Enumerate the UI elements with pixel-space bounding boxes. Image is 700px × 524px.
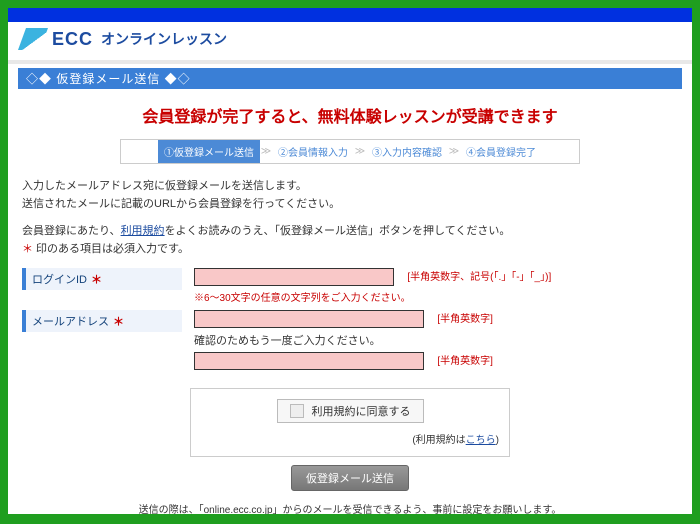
mail2-hint: [半角英数字] xyxy=(437,356,493,367)
footer-note: 送信の際は、「online.ecc.co.jp」からのメールを受信できるよう、事… xyxy=(18,497,682,514)
submit-button[interactable]: 仮登録メール送信 xyxy=(291,465,409,491)
label-mail: メールアドレス ＊ xyxy=(22,310,182,332)
intro-line1: 入力したメールアドレス宛に仮登録メールを送信します。 xyxy=(22,178,678,196)
mail-confirm-input[interactable] xyxy=(194,352,424,370)
page-headline: 会員登録が完了すると、無料体験レッスンが受講できます xyxy=(18,89,682,139)
step-2: ②会員情報入力 xyxy=(272,140,354,163)
required-mark: ＊ xyxy=(22,243,33,255)
agree-box: 利用規約に同意する (利用規約はこちら) xyxy=(190,388,510,457)
step-3: ③入力内容確認 xyxy=(366,140,448,163)
row-mail: メールアドレス ＊ [半角英数字] 確認のためもう一度ご入力ください。 [半角英… xyxy=(22,310,678,370)
step-1: ①仮登録メール送信 xyxy=(158,140,260,163)
login-id-hint-below: ※6～30文字の任意の文字列をご入力ください。 xyxy=(194,289,678,304)
intro-line3b: をよくお読みのうえ、「仮登録メール送信」ボタンを押してください。 xyxy=(165,225,511,237)
intro-line4: ＊ 印のある項目は必須入力です。 xyxy=(22,241,678,259)
terms-suffix: ) xyxy=(496,435,499,446)
form: ログインID ＊ [半角英数字、記号(「.」「-」「_」)] ※6～30文字の任… xyxy=(18,268,682,370)
intro-line3: 会員登録にあたり、利用規約をよくお読みのうえ、「仮登録メール送信」ボタンを押して… xyxy=(22,223,678,241)
terms-link[interactable]: 利用規約 xyxy=(121,225,165,237)
mail-confirm-note: 確認のためもう一度ご入力ください。 xyxy=(194,332,678,348)
mail-hint: [半角英数字] xyxy=(437,314,493,325)
terms-line: (利用規約はこちら) xyxy=(201,431,499,446)
intro-line3a: 会員登録にあたり、 xyxy=(22,225,121,237)
agree-button-label: 利用規約に同意する xyxy=(312,403,411,419)
content: ◇◆ 仮登録メール送信 ◆◇ 会員登録が完了すると、無料体験レッスンが受講できま… xyxy=(8,64,692,514)
logo-brand: ECC xyxy=(52,29,93,50)
checkbox-icon[interactable] xyxy=(290,404,304,418)
field-login-id: [半角英数字、記号(「.」「-」「_」)] ※6～30文字の任意の文字列をご入力… xyxy=(182,268,678,304)
intro-line4-text: 印のある項目は必須入力です。 xyxy=(33,243,189,255)
login-id-hint: [半角英数字、記号(「.」「-」「_」)] xyxy=(407,272,551,283)
step-sep-icon: ≫ xyxy=(260,140,272,163)
section-title: ◇◆ 仮登録メール送信 ◆◇ xyxy=(18,68,682,89)
label-login-id: ログインID ＊ xyxy=(22,268,182,290)
top-accent-bar xyxy=(8,8,692,22)
header: ECC オンラインレッスン xyxy=(8,22,692,60)
required-mark: ＊ xyxy=(113,313,124,329)
agree-button[interactable]: 利用規約に同意する xyxy=(277,399,424,423)
field-mail: [半角英数字] 確認のためもう一度ご入力ください。 [半角英数字] xyxy=(182,310,678,370)
login-id-input[interactable] xyxy=(194,268,394,286)
logo-icon xyxy=(18,28,48,50)
step-sep-icon: ≫ xyxy=(354,140,366,163)
terms-here-link[interactable]: こちら xyxy=(466,435,496,446)
logo-sub: オンラインレッスン xyxy=(101,29,227,49)
step-sep-icon: ≫ xyxy=(448,140,460,163)
step-4: ④会員登録完了 xyxy=(460,140,542,163)
steps-nav: ①仮登録メール送信 ≫ ②会員情報入力 ≫ ③入力内容確認 ≫ ④会員登録完了 xyxy=(120,139,580,164)
required-mark: ＊ xyxy=(91,271,102,287)
page-container: ECC オンラインレッスン ◇◆ 仮登録メール送信 ◆◇ 会員登録が完了すると、… xyxy=(8,8,692,514)
row-login-id: ログインID ＊ [半角英数字、記号(「.」「-」「_」)] ※6～30文字の任… xyxy=(22,268,678,304)
mail-input[interactable] xyxy=(194,310,424,328)
intro-line2: 送信されたメールに記載のURLから会員登録を行ってください。 xyxy=(22,196,678,214)
label-login-id-text: ログインID xyxy=(32,271,87,287)
label-mail-text: メールアドレス xyxy=(32,313,109,329)
terms-prefix: (利用規約は xyxy=(412,435,465,446)
intro-text: 入力したメールアドレス宛に仮登録メールを送信します。 送信されたメールに記載のU… xyxy=(18,178,682,258)
